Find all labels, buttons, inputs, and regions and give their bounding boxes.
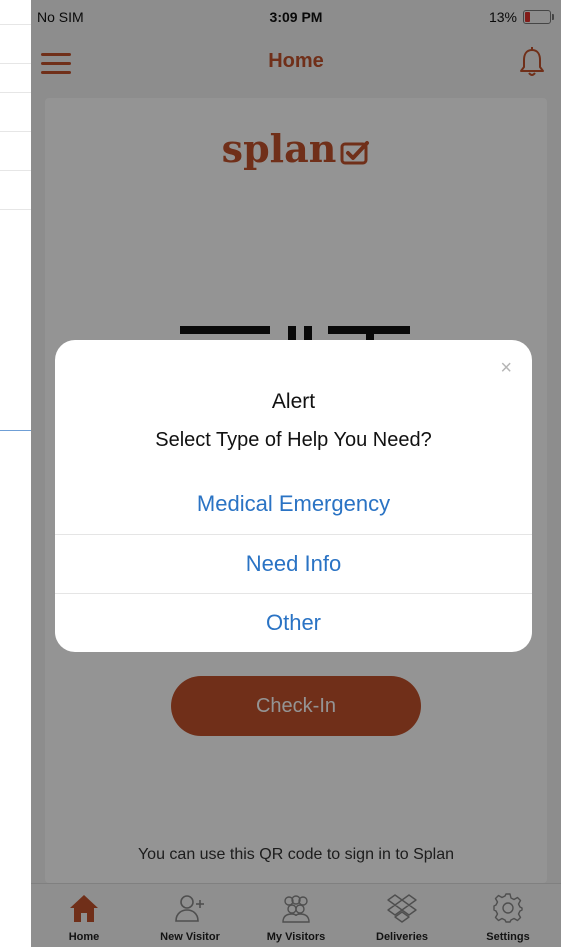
- close-icon[interactable]: ×: [500, 358, 512, 378]
- divider: [0, 24, 31, 25]
- phone-screen: No SIM 3:09 PM 13% Home splan Check-In Y…: [31, 0, 561, 947]
- alert-title: Alert: [271, 390, 316, 413]
- divider: [0, 131, 31, 132]
- other-button[interactable]: Other: [55, 594, 532, 652]
- divider: [0, 209, 31, 210]
- divider: [0, 63, 31, 64]
- alert-message: Select Type of Help You Need?: [155, 429, 432, 451]
- need-info-button[interactable]: Need Info: [55, 535, 532, 593]
- divider: [0, 430, 31, 431]
- background-strip: [0, 0, 31, 947]
- medical-emergency-button[interactable]: Medical Emergency: [55, 475, 532, 533]
- help-type-alert: × Alert Select Type of Help You Need? Me…: [55, 340, 532, 652]
- divider: [0, 92, 31, 93]
- divider: [0, 170, 31, 171]
